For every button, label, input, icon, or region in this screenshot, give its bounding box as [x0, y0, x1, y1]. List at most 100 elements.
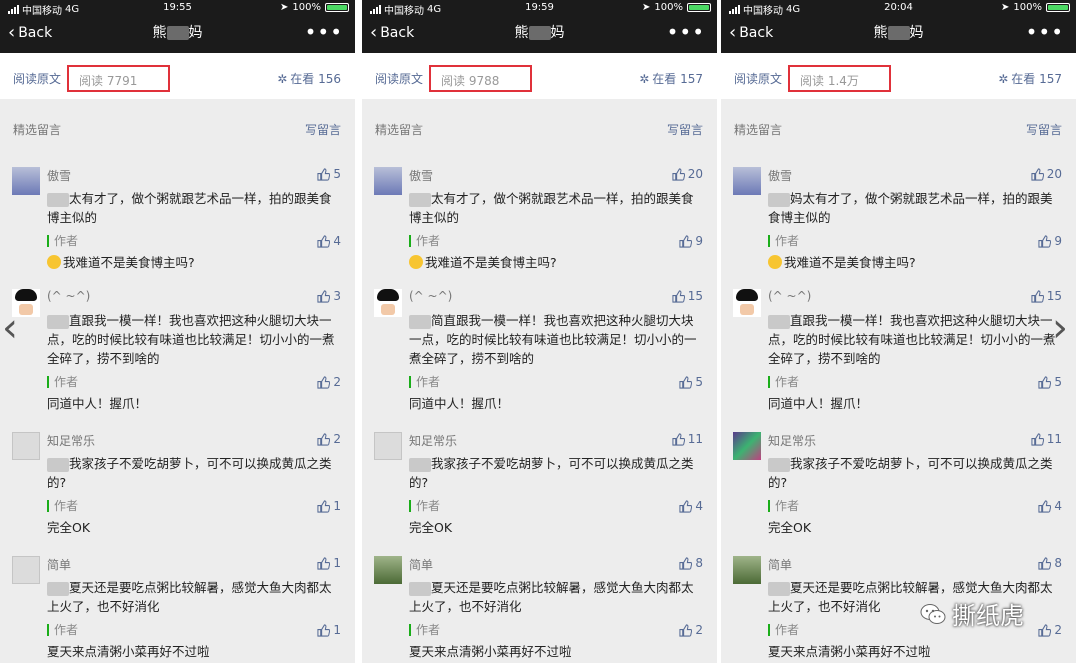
previous-arrow-icon[interactable]: ‹ — [2, 308, 18, 348]
comment-body: 太有才了，做个粥就跟艺术品一样，拍的跟美食博主似的 — [409, 191, 694, 225]
commenter-name: 傲雪 — [768, 169, 793, 183]
reply-text: 完全OK — [768, 520, 812, 535]
comment-body: 简直跟我一模一样！我也喜欢把这种火腿切大块一点，吃的时候比较有味道也比较满足！切… — [409, 313, 697, 366]
title-end: 妈 — [188, 25, 203, 41]
write-comment-button[interactable]: 写留言 — [305, 121, 341, 138]
phone-screenshot: 中国移动 4G 19:55 ➤ 100% ‹ Back 熊妈 ••• 阅读原文 阅读… — [0, 0, 355, 663]
author-like-button[interactable]: 4 — [1038, 499, 1062, 513]
watermark: 撕纸虎 — [920, 596, 1024, 631]
avatar[interactable] — [374, 167, 402, 195]
thumbs-up-icon — [679, 375, 693, 389]
read-original-link[interactable]: 阅读原文 — [375, 70, 423, 87]
author-like-button[interactable]: 2 — [317, 375, 341, 389]
comment-body: 夏天还是要吃点粥比较解暑，感觉大鱼大肉都太上火了，也不好消化 — [47, 580, 332, 614]
author-tag: 作者 — [409, 500, 440, 512]
location-icon: ➤ — [280, 2, 289, 13]
author-like-button[interactable]: 4 — [679, 499, 703, 513]
redacted-block — [47, 314, 69, 329]
looking-button[interactable]: ✲ 在看 157 — [639, 70, 703, 87]
more-button[interactable]: ••• — [1026, 20, 1064, 44]
author-like-count: 5 — [1054, 375, 1062, 389]
like-button[interactable]: 15 — [672, 289, 703, 303]
author-like-button[interactable]: 5 — [1038, 375, 1062, 389]
comment-body: 我家孩子不爱吃胡萝卜，可不可以换成黄瓜之类的? — [47, 456, 332, 490]
phone-screenshot: 中国移动 4G 19:59 ➤ 100% ‹ Back 熊妈 ••• 阅读原文 阅读… — [362, 0, 717, 663]
featured-comments-label: 精选留言 — [375, 123, 424, 137]
comment-body: 我家孩子不爱吃胡萝卜，可不可以换成黄瓜之类的? — [409, 456, 694, 490]
avatar[interactable] — [733, 432, 761, 460]
grin-emoji-icon — [409, 255, 423, 269]
like-button[interactable]: 8 — [1038, 556, 1062, 570]
author-like-button[interactable]: 1 — [317, 499, 341, 513]
redacted-block — [768, 192, 790, 207]
article-stats: 阅读原文 阅读 7791 ✲ 在看 156 — [0, 53, 355, 99]
avatar[interactable] — [733, 289, 761, 317]
looking-button[interactable]: ✲ 在看 157 — [998, 70, 1062, 87]
author-reply: 夏天来点清粥小菜再好不过啦 — [768, 641, 1062, 660]
author-like-button[interactable]: 2 — [679, 623, 703, 637]
avatar[interactable] — [374, 556, 402, 584]
avatar[interactable] — [12, 167, 40, 195]
avatar[interactable] — [733, 167, 761, 195]
article-stats: 阅读原文 阅读 1.4万 ✲ 在看 157 — [721, 53, 1076, 99]
like-button[interactable]: 15 — [1031, 289, 1062, 303]
title-end: 妈 — [550, 25, 565, 41]
thumbs-up-icon — [1038, 499, 1052, 513]
author-like-count: 4 — [695, 499, 703, 513]
more-button[interactable]: ••• — [305, 20, 343, 44]
like-button[interactable]: 3 — [317, 289, 341, 303]
author-like-button[interactable]: 2 — [1038, 623, 1062, 637]
looking-button[interactable]: ✲ 在看 156 — [277, 70, 341, 87]
author-like-button[interactable]: 4 — [317, 234, 341, 248]
author-reply: 完全OK — [47, 517, 341, 536]
battery-icon — [1046, 3, 1070, 12]
author-like-button[interactable]: 9 — [1038, 234, 1062, 248]
phone-screenshot: 中国移动 4G 20:04 ➤ 100% ‹ Back 熊妈 ••• 阅读原文 阅读… — [721, 0, 1076, 663]
avatar[interactable] — [374, 432, 402, 460]
author-like-button[interactable]: 5 — [679, 375, 703, 389]
read-original-link[interactable]: 阅读原文 — [13, 70, 61, 87]
title-start: 熊 — [514, 25, 529, 41]
comment-text: 我家孩子不爱吃胡萝卜，可不可以换成黄瓜之类的? — [47, 454, 341, 492]
reply-text: 同道中人！握爪！ — [47, 396, 148, 411]
like-button[interactable]: 8 — [679, 556, 703, 570]
more-button[interactable]: ••• — [667, 20, 705, 44]
status-bar: 中国移动 4G 19:59 ➤ 100% — [362, 0, 717, 17]
avatar[interactable] — [12, 556, 40, 584]
like-button[interactable]: 20 — [672, 167, 703, 181]
reply-text: 我难道不是美食博主吗? — [425, 255, 557, 270]
redacted-block — [528, 26, 551, 40]
avatar[interactable] — [733, 556, 761, 584]
author-like-button[interactable]: 1 — [317, 623, 341, 637]
grin-emoji-icon — [768, 255, 782, 269]
like-count: 2 — [333, 432, 341, 446]
read-original-link[interactable]: 阅读原文 — [734, 70, 782, 87]
comment-text: 夏天还是要吃点粥比较解暑，感觉大鱼大肉都太上火了，也不好消化 — [409, 578, 703, 616]
like-button[interactable]: 20 — [1031, 167, 1062, 181]
write-comment-button[interactable]: 写留言 — [667, 121, 703, 138]
author-tag: 作者 — [47, 235, 78, 247]
like-button[interactable]: 1 — [317, 556, 341, 570]
write-comment-button[interactable]: 写留言 — [1026, 121, 1062, 138]
featured-comments-label: 精选留言 — [734, 123, 783, 137]
status-bar: 中国移动 4G 19:55 ➤ 100% — [0, 0, 355, 17]
like-button[interactable]: 5 — [317, 167, 341, 181]
like-button[interactable]: 11 — [672, 432, 703, 446]
redacted-block — [409, 192, 431, 207]
thumbs-up-icon — [317, 556, 331, 570]
like-button[interactable]: 2 — [317, 432, 341, 446]
avatar[interactable] — [374, 289, 402, 317]
redacted-block — [409, 314, 431, 329]
commenter-name: (^ ~^) — [409, 289, 453, 303]
like-button[interactable]: 11 — [1031, 432, 1062, 446]
comment-text: 妈太有才了，做个粥就跟艺术品一样，拍的跟美食博主似的 — [768, 189, 1062, 227]
avatar[interactable] — [12, 432, 40, 460]
thumbs-up-icon — [679, 499, 693, 513]
thumbs-up-icon — [672, 432, 685, 446]
reply-text: 我难道不是美食博主吗? — [63, 255, 195, 270]
author-like-button[interactable]: 9 — [679, 234, 703, 248]
next-arrow-icon[interactable]: › — [1052, 308, 1068, 348]
comment-body: 直跟我一模一样！我也喜欢把这种火腿切大块一点，吃的时候比较有味道也比较满足！切小… — [768, 313, 1056, 366]
author-tag: 作者 — [409, 624, 440, 636]
author-like-count: 9 — [1054, 234, 1062, 248]
